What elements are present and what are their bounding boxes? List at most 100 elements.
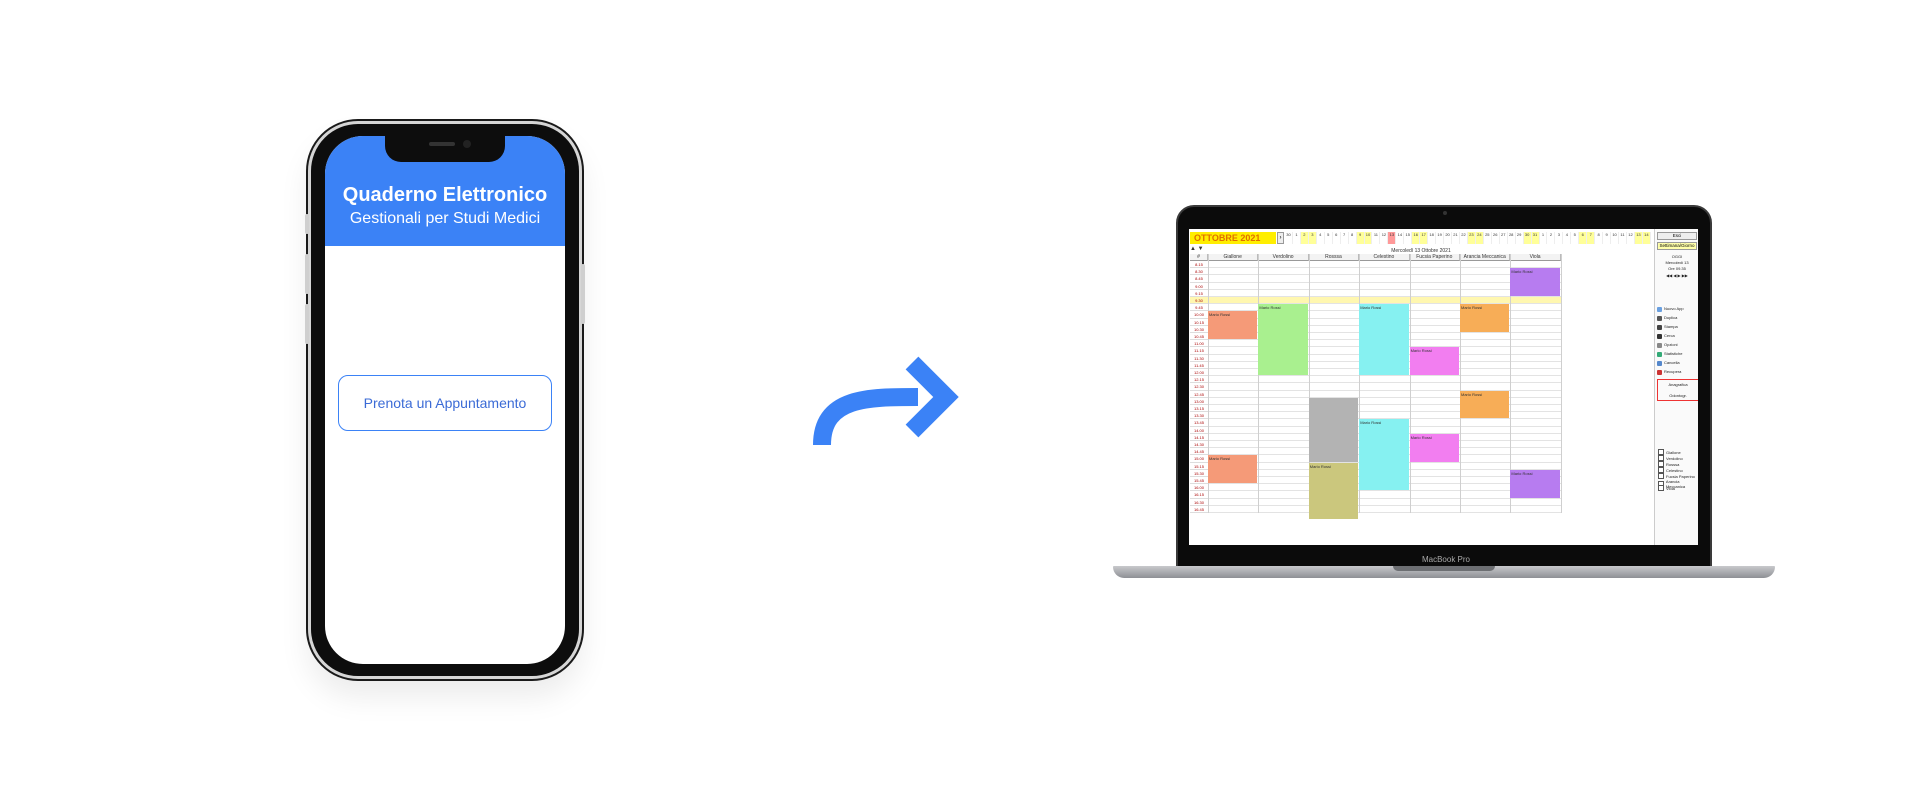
day-cell[interactable]: 30 <box>1523 232 1532 244</box>
appointment-block[interactable]: Mario Rossi <box>1460 304 1510 332</box>
day-cell[interactable]: 21 <box>1452 232 1460 244</box>
time-slot-label: 12.00 <box>1190 369 1208 377</box>
day-cell[interactable]: 16 <box>1412 232 1421 244</box>
day-cell[interactable]: 11 <box>1372 232 1381 244</box>
webcam-icon <box>1443 211 1447 215</box>
day-cell[interactable]: 7 <box>1341 232 1349 244</box>
time-slot-label: 14.45 <box>1190 448 1208 456</box>
day-cell[interactable]: 9 <box>1603 232 1612 244</box>
appointment-block[interactable]: Mario Rossi <box>1510 268 1560 296</box>
column-header[interactable]: Viola <box>1510 254 1561 261</box>
sidebar-item-duplica[interactable]: Duplica <box>1657 314 1697 322</box>
appointment-block[interactable]: Mario Rossi <box>1208 455 1258 484</box>
book-appointment-button[interactable]: Prenota un Appuntamento <box>338 375 552 431</box>
day-cell[interactable]: 5 <box>1571 232 1580 244</box>
day-cell[interactable]: 10 <box>1364 232 1373 244</box>
appointment-block[interactable]: Mario Rossi <box>1409 347 1459 376</box>
chart-icon <box>1657 351 1662 357</box>
day-cell[interactable]: 29 <box>1516 232 1524 244</box>
day-cell[interactable]: 18 <box>1428 232 1437 244</box>
appointment-block[interactable]: Mario Rossi <box>1308 462 1359 520</box>
time-slot-label: 16.00 <box>1190 484 1208 492</box>
day-cell[interactable]: 30 <box>1285 232 1293 244</box>
day-cell[interactable]: 10 <box>1611 232 1620 244</box>
row-divider <box>1208 512 1561 513</box>
appointment-block[interactable]: Mario Rossi <box>1409 433 1459 462</box>
nav-arrows-icon[interactable]: ◀◀ ◀ ▶ ▶▶ <box>1657 272 1697 280</box>
appointment-block[interactable] <box>1308 397 1359 462</box>
day-cell[interactable]: 1 <box>1540 232 1548 244</box>
day-cell[interactable]: 31 <box>1531 232 1540 244</box>
row-divider <box>1208 382 1561 384</box>
time-slot-label: 13.30 <box>1190 412 1208 420</box>
sidebar-item-nuovo-app[interactable]: Nuovo App <box>1657 305 1697 313</box>
sidebar-item-stampa[interactable]: Stampa <box>1657 323 1697 331</box>
day-cell[interactable]: 3 <box>1555 232 1564 244</box>
day-cell[interactable]: 22 <box>1460 232 1468 244</box>
day-cell[interactable]: 19 <box>1436 232 1445 244</box>
appointment-block[interactable]: Mario Rossi <box>1208 311 1258 340</box>
day-cell[interactable]: 4 <box>1563 232 1572 244</box>
day-cell[interactable]: 25 <box>1484 232 1492 244</box>
checkbox[interactable] <box>1658 485 1664 491</box>
day-cell[interactable]: 14 <box>1396 232 1405 244</box>
row-divider <box>1208 490 1561 492</box>
column-header[interactable]: Arancia Meccanica <box>1460 254 1511 261</box>
week-day-toggle-button[interactable]: Settimana/Giorno <box>1657 242 1697 250</box>
sidebar-item-recupera[interactable]: Recupera <box>1657 368 1697 376</box>
day-cell[interactable]: 28 <box>1508 232 1516 244</box>
day-cell[interactable]: 23 <box>1467 232 1476 244</box>
legend-filter-item[interactable]: Viola <box>1658 485 1675 491</box>
appointment-block[interactable]: Mario Rossi <box>1510 469 1560 498</box>
time-slot-label: 9.30 <box>1190 297 1208 305</box>
column-header[interactable]: Fucsia Paperino <box>1409 254 1460 261</box>
appointment-block[interactable]: Mario Rossi <box>1359 304 1409 376</box>
day-cell[interactable]: 6 <box>1333 232 1341 244</box>
day-cell[interactable]: 26 <box>1492 232 1500 244</box>
day-cell[interactable]: 20 <box>1444 232 1453 244</box>
day-cell[interactable]: 8 <box>1595 232 1604 244</box>
day-cell[interactable]: 27 <box>1500 232 1508 244</box>
appointment-block[interactable]: Mario Rossi <box>1258 304 1308 376</box>
day-cell[interactable]: 14 <box>1642 232 1651 244</box>
time-slot-label: 10.15 <box>1190 319 1208 326</box>
day-cell[interactable]: 3 <box>1308 232 1317 244</box>
day-cell[interactable]: 7 <box>1587 232 1596 244</box>
anagrafica-button[interactable]: Anagrafica Odontogr. <box>1657 379 1698 401</box>
month-next-button[interactable]: › <box>1277 232 1284 244</box>
column-header[interactable]: Rosssa <box>1308 254 1360 261</box>
appointment-block[interactable]: Mario Rossi <box>1460 390 1510 419</box>
search-icon <box>1657 333 1662 339</box>
column-header[interactable]: Celestino <box>1359 254 1410 261</box>
day-cell[interactable]: 11 <box>1619 232 1627 244</box>
sidebar-item-cerca[interactable]: Cerca <box>1657 332 1697 340</box>
day-cell[interactable]: 12 <box>1627 232 1635 244</box>
sidebar-item-statistiche[interactable]: Statistiche <box>1657 350 1697 358</box>
time-slot-label: 14.30 <box>1190 441 1208 449</box>
row-divider <box>1208 274 1561 276</box>
day-cell[interactable]: 4 <box>1317 232 1325 244</box>
laptop-brand: MacBook Pro <box>1421 555 1471 564</box>
appointment-block[interactable]: Mario Rossi <box>1359 419 1409 491</box>
day-cell[interactable]: 12 <box>1380 232 1389 244</box>
column-divider <box>1560 254 1562 513</box>
day-cell[interactable]: 5 <box>1325 232 1333 244</box>
day-cell[interactable]: 13 <box>1388 232 1397 244</box>
day-cell[interactable]: 8 <box>1349 232 1357 244</box>
day-cell[interactable]: 13 <box>1634 232 1643 244</box>
exit-button[interactable]: Esci <box>1657 232 1697 240</box>
day-cell[interactable]: 2 <box>1300 232 1309 244</box>
day-cell[interactable]: 6 <box>1579 232 1588 244</box>
day-cell[interactable]: 17 <box>1420 232 1429 244</box>
sidebar-item-opzioni[interactable]: Opzioni <box>1657 341 1697 349</box>
day-cell[interactable]: 24 <box>1475 232 1484 244</box>
column-header[interactable]: Verdolino <box>1258 254 1309 261</box>
column-header[interactable]: Giallone <box>1208 254 1259 261</box>
sidebar-item-cancella[interactable]: Cancella <box>1657 359 1697 367</box>
day-cell[interactable]: 15 <box>1404 232 1413 244</box>
day-cell[interactable]: 9 <box>1356 232 1365 244</box>
day-cell[interactable]: 1 <box>1293 232 1301 244</box>
day-strip: 30 1 2 3 4 5 6 7 8 9 10 11 12 13 14 15 16 17 18 19 20 21 22 23 2… <box>1285 232 1651 244</box>
time-slot-label: 11.15 <box>1190 347 1208 355</box>
day-cell[interactable]: 2 <box>1547 232 1556 244</box>
